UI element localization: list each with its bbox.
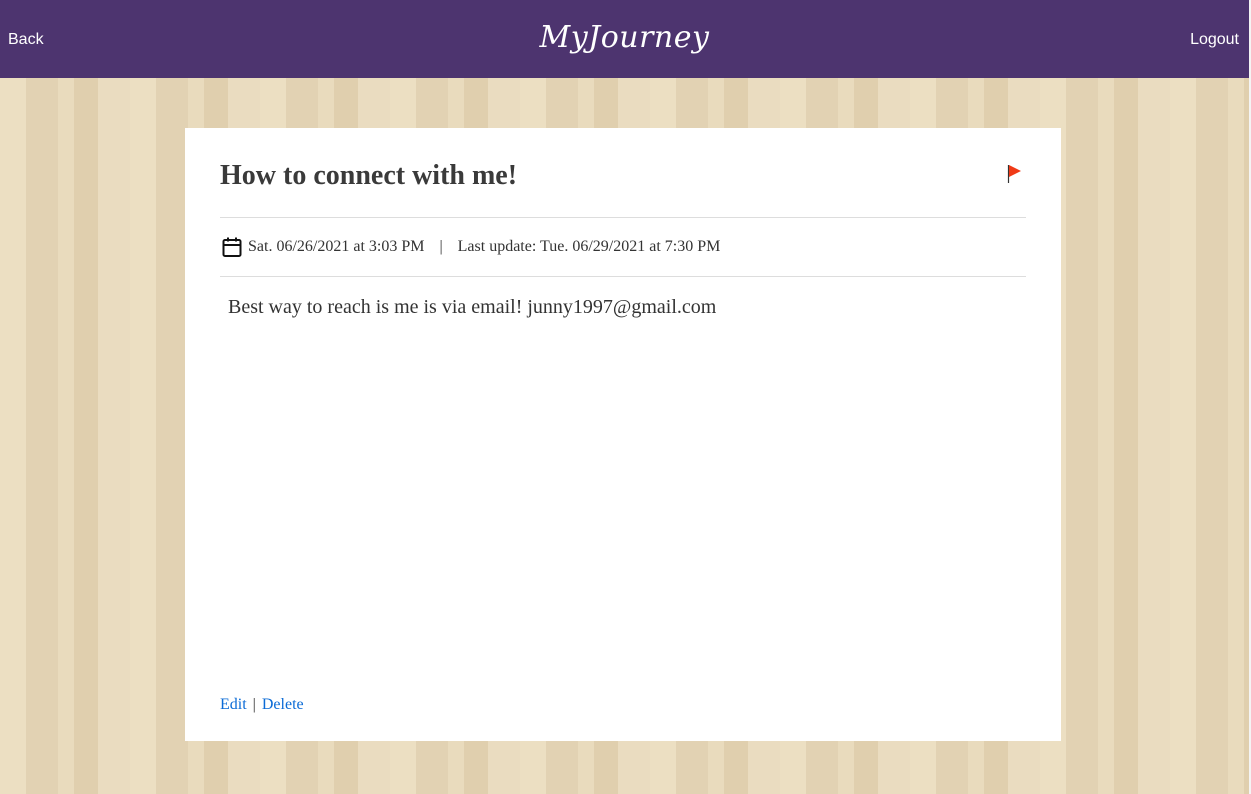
flag-icon[interactable] — [1007, 164, 1023, 184]
top-navigation-bar: Back MyJourney Logout — [0, 0, 1249, 78]
created-date: Sat. 06/26/2021 at 3:03 PM — [248, 238, 425, 255]
actions-separator: | — [252, 696, 256, 713]
post-card: How to connect with me! Sat. 06/26/2021 … — [185, 128, 1061, 741]
meta-separator: | — [439, 238, 443, 255]
post-actions: Edit | Delete — [220, 694, 304, 716]
post-title: How to connect with me! — [220, 160, 518, 191]
brand-logo: MyJourney — [539, 20, 710, 55]
calendar-icon — [221, 236, 243, 258]
edit-link[interactable]: Edit — [220, 696, 247, 713]
logout-link[interactable]: Logout — [1190, 29, 1239, 51]
post-meta: Sat. 06/26/2021 at 3:03 PM | Last update… — [221, 235, 720, 259]
last-update-date: Last update: Tue. 06/29/2021 at 7:30 PM — [457, 238, 721, 255]
delete-link[interactable]: Delete — [262, 696, 304, 713]
title-divider — [220, 217, 1026, 218]
meta-divider — [220, 276, 1026, 277]
post-body: Best way to reach is me is via email! ju… — [228, 296, 717, 318]
